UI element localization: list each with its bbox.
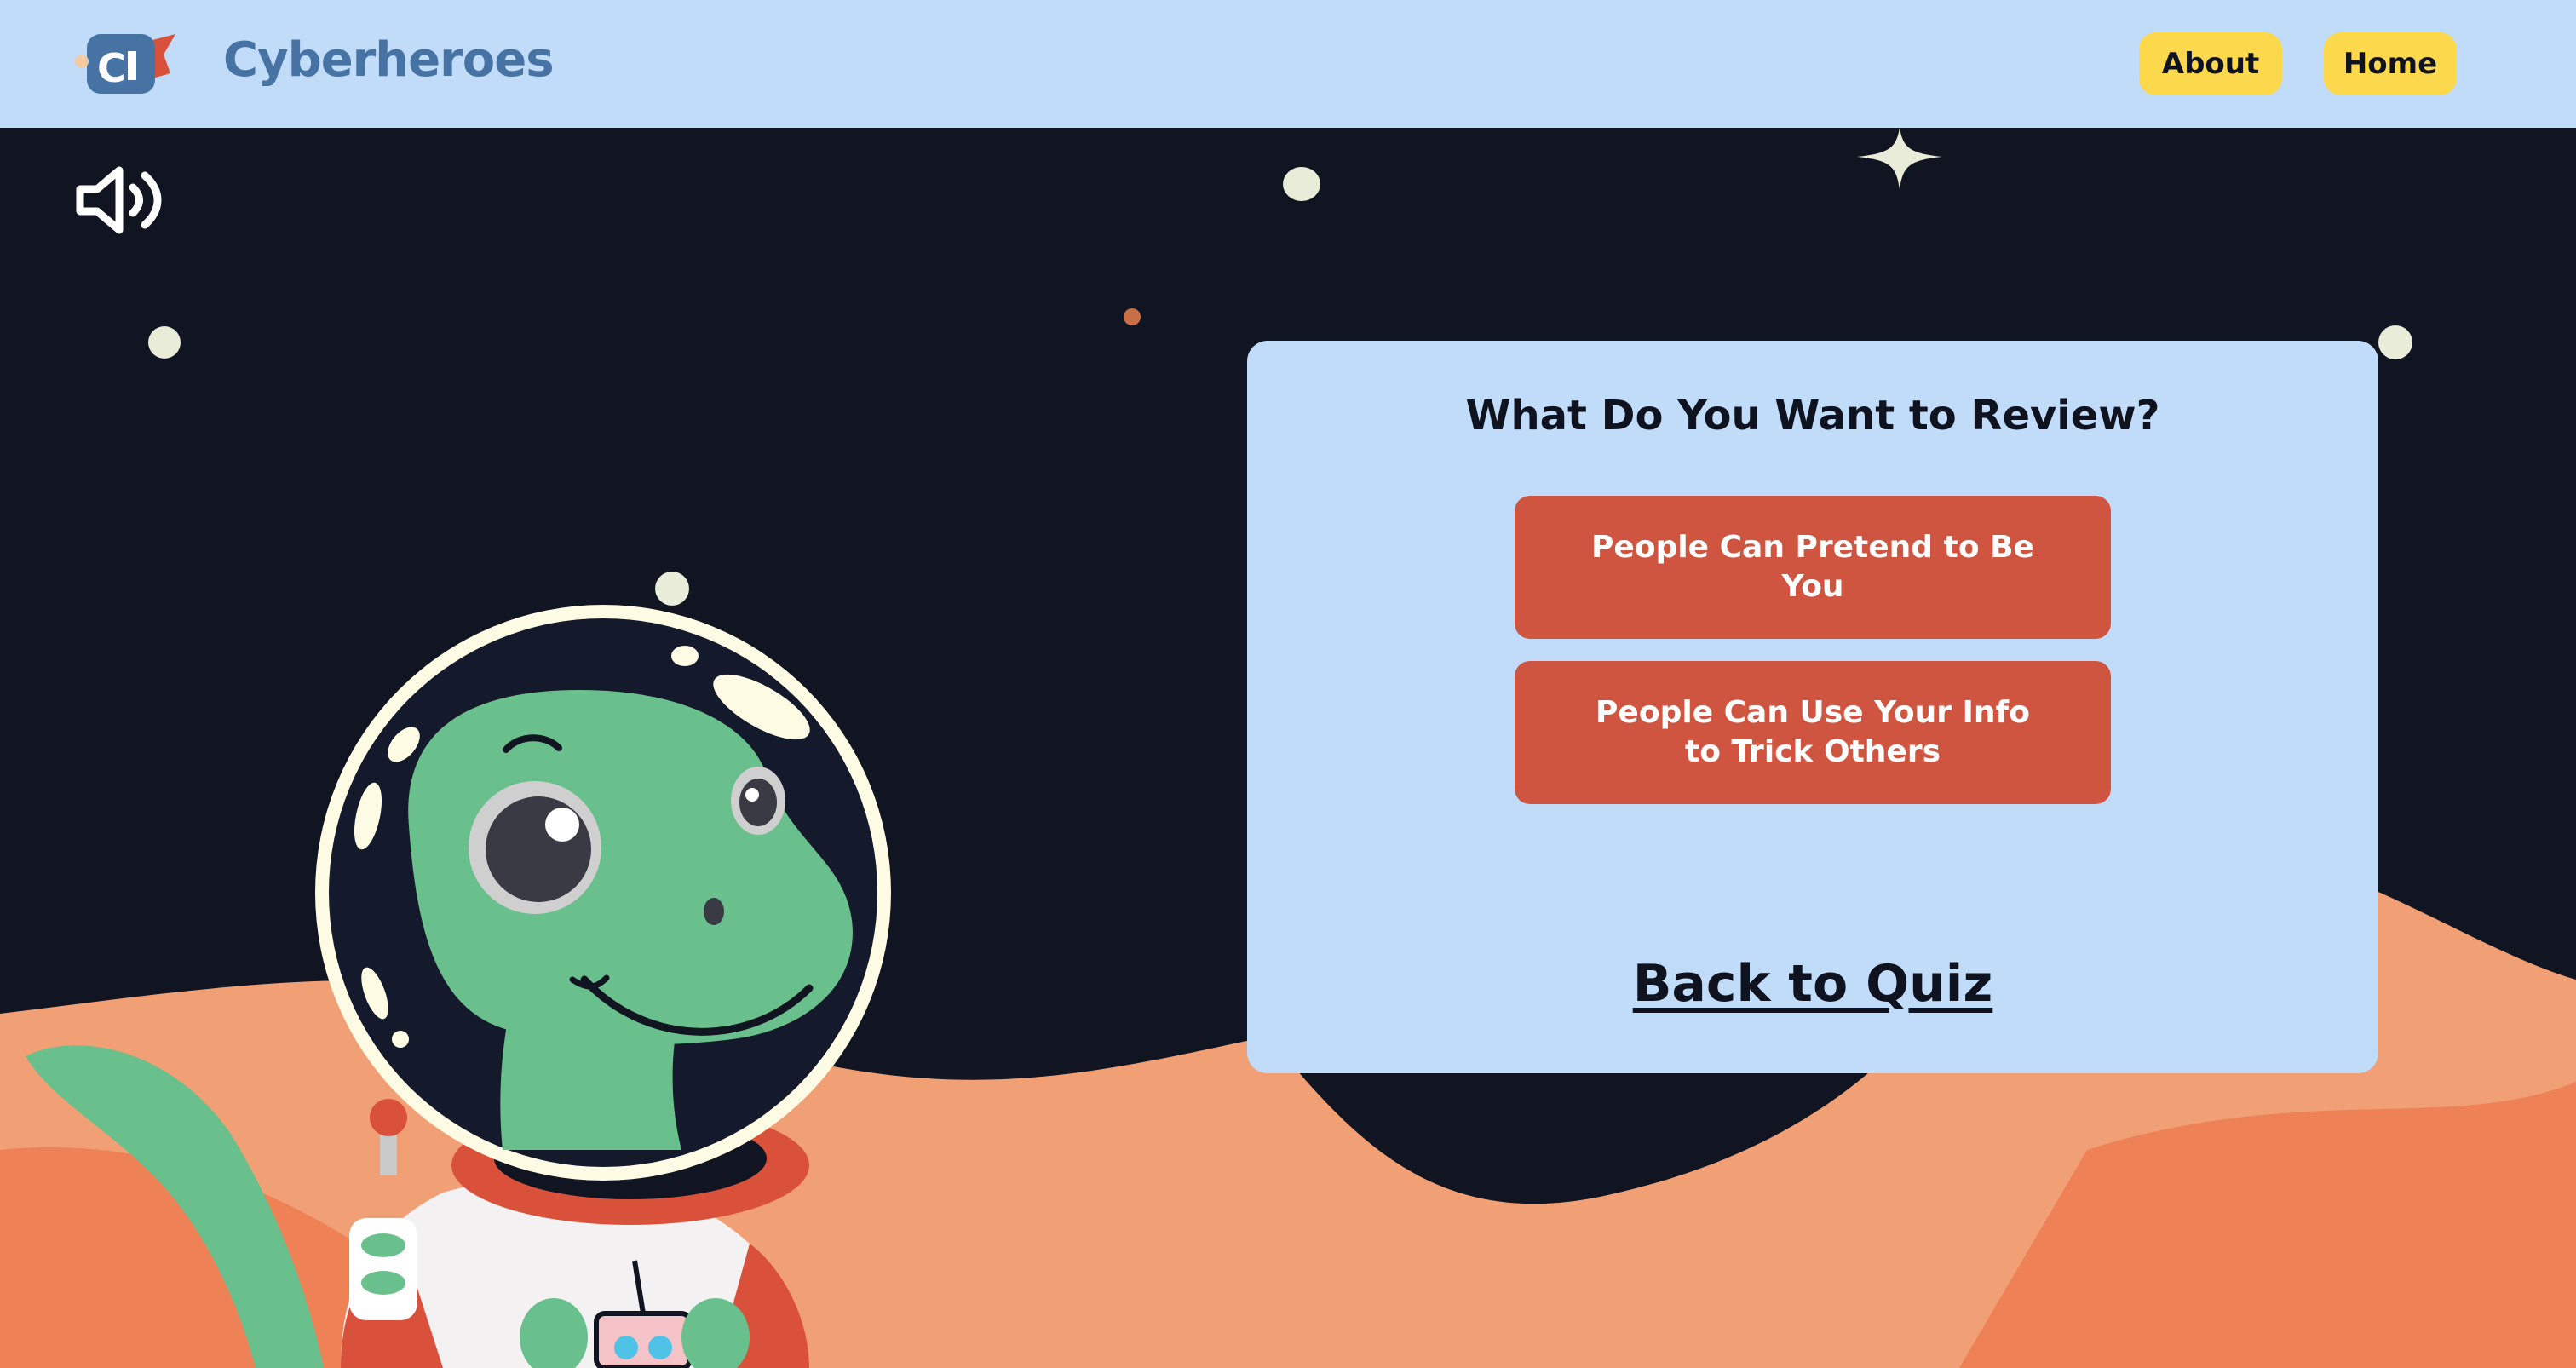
about-button[interactable]: About: [2139, 32, 2282, 95]
back-to-quiz-link[interactable]: Back to Quiz: [1633, 954, 1993, 1014]
review-option-trick-button[interactable]: People Can Use Your Info to Trick Others: [1515, 661, 2111, 804]
review-option-pretend-button[interactable]: People Can Pretend to Be You: [1515, 496, 2111, 639]
top-navigation-bar: C Cyberheroes About Home: [0, 0, 2576, 128]
review-card: What Do You Want to Review? People Can P…: [1247, 341, 2378, 1073]
cyberheroes-logo-icon[interactable]: C: [75, 29, 182, 99]
svg-text:C: C: [97, 45, 126, 91]
back-to-quiz-container: Back to Quiz: [1247, 954, 2378, 1014]
home-button[interactable]: Home: [2324, 32, 2457, 95]
review-card-title: What Do You Want to Review?: [1465, 392, 2160, 440]
space-scene: What Do You Want to Review? People Can P…: [0, 128, 2576, 1368]
speaker-volume-icon[interactable]: [75, 162, 169, 239]
brand-name[interactable]: Cyberheroes: [223, 32, 555, 88]
